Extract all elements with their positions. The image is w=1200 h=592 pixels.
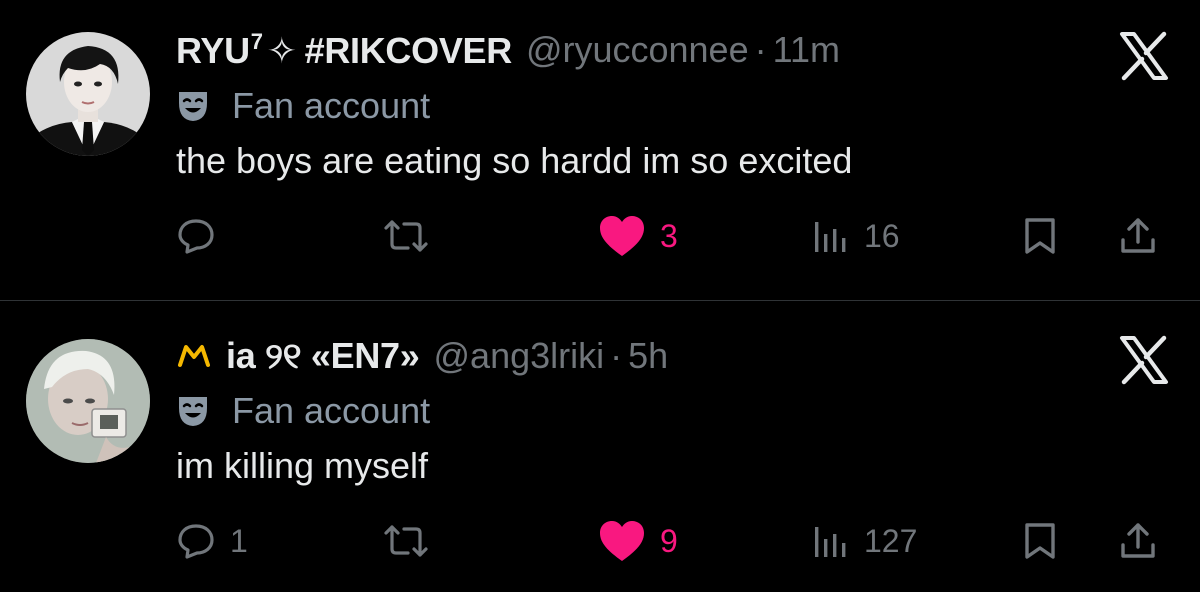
- repost-arrows-icon: [384, 525, 428, 557]
- reply-count: 1: [230, 522, 248, 559]
- share-upload-icon: [1121, 523, 1155, 558]
- bookmark-button[interactable]: [1022, 511, 1058, 571]
- view-count: 16: [864, 217, 900, 254]
- display-name-text: RYU: [176, 29, 250, 71]
- name-superscript: 7: [250, 28, 263, 54]
- share-upload-icon: [1121, 218, 1155, 253]
- display-name[interactable]: ia ୨୧ «EN7»: [226, 335, 420, 378]
- post-text: the boys are eating so hardd im so excit…: [176, 140, 853, 181]
- speech-bubble-icon: [178, 219, 214, 254]
- post-time[interactable]: 5h: [628, 335, 668, 377]
- repost-button[interactable]: [380, 511, 432, 571]
- sparkle-icon: ✧: [266, 29, 297, 71]
- avatar[interactable]: [26, 339, 150, 463]
- repost-button[interactable]: [380, 206, 432, 266]
- reply-button[interactable]: 1: [176, 511, 248, 571]
- post-1[interactable]: RYU7 ✧ #RIKCOVER @ryucconnee · 11m Fan acc…: [0, 0, 1200, 300]
- share-button[interactable]: [1118, 206, 1158, 266]
- heart-icon: [600, 521, 644, 561]
- bookmark-icon: [1025, 218, 1055, 254]
- share-button[interactable]: [1118, 511, 1158, 571]
- post-time[interactable]: 11m: [773, 29, 840, 71]
- like-button[interactable]: 9: [598, 511, 678, 571]
- fan-account-label: Fan account: [176, 389, 430, 433]
- user-handle[interactable]: @ryucconnee: [526, 29, 749, 71]
- fan-account-text: Fan account: [232, 390, 431, 431]
- avatar[interactable]: [26, 32, 150, 156]
- post-header: ia ୨୧ «EN7» @ang3lriki · 5h: [176, 334, 668, 378]
- fan-account-label: Fan account: [176, 84, 430, 128]
- like-button[interactable]: 3: [598, 206, 678, 266]
- separator-dot: ·: [754, 29, 767, 70]
- display-name[interactable]: RYU7 ✧ #RIKCOVER: [176, 29, 512, 72]
- timeline-feed: RYU7 ✧ #RIKCOVER @ryucconnee · 11m Fan acc…: [0, 0, 1200, 592]
- views-button[interactable]: 16: [810, 206, 900, 266]
- like-count: 3: [660, 217, 678, 254]
- views-button[interactable]: 127: [810, 511, 917, 571]
- post-actions: 1 9 127: [0, 511, 1200, 571]
- post-actions: 3 16: [0, 206, 1200, 266]
- post-2[interactable]: ia ୨୧ «EN7» @ang3lriki · 5h Fan account …: [0, 301, 1200, 592]
- separator-dot: ·: [610, 335, 623, 376]
- speech-bubble-icon: [178, 524, 214, 559]
- bookmark-button[interactable]: [1022, 206, 1058, 266]
- post-header: RYU7 ✧ #RIKCOVER @ryucconnee · 11m: [176, 28, 840, 72]
- name-hashtag: #RIKCOVER: [304, 29, 513, 71]
- user-handle[interactable]: @ang3lriki: [434, 335, 605, 377]
- bar-chart-icon: [815, 222, 846, 252]
- view-count: 127: [864, 522, 918, 559]
- heart-icon: [600, 216, 644, 256]
- bar-chart-icon: [815, 527, 846, 557]
- x-logo-icon[interactable]: [1118, 30, 1170, 82]
- like-count: 9: [660, 522, 678, 559]
- fan-account-text: Fan account: [232, 85, 431, 126]
- crown-icon: [178, 345, 210, 367]
- reply-button[interactable]: [176, 206, 230, 266]
- bookmark-icon: [1025, 523, 1055, 559]
- x-logo-icon[interactable]: [1118, 334, 1170, 386]
- theater-mask-icon: [179, 397, 207, 426]
- theater-mask-icon: [179, 92, 207, 121]
- post-text: im killing myself: [176, 445, 429, 486]
- repost-arrows-icon: [384, 220, 428, 252]
